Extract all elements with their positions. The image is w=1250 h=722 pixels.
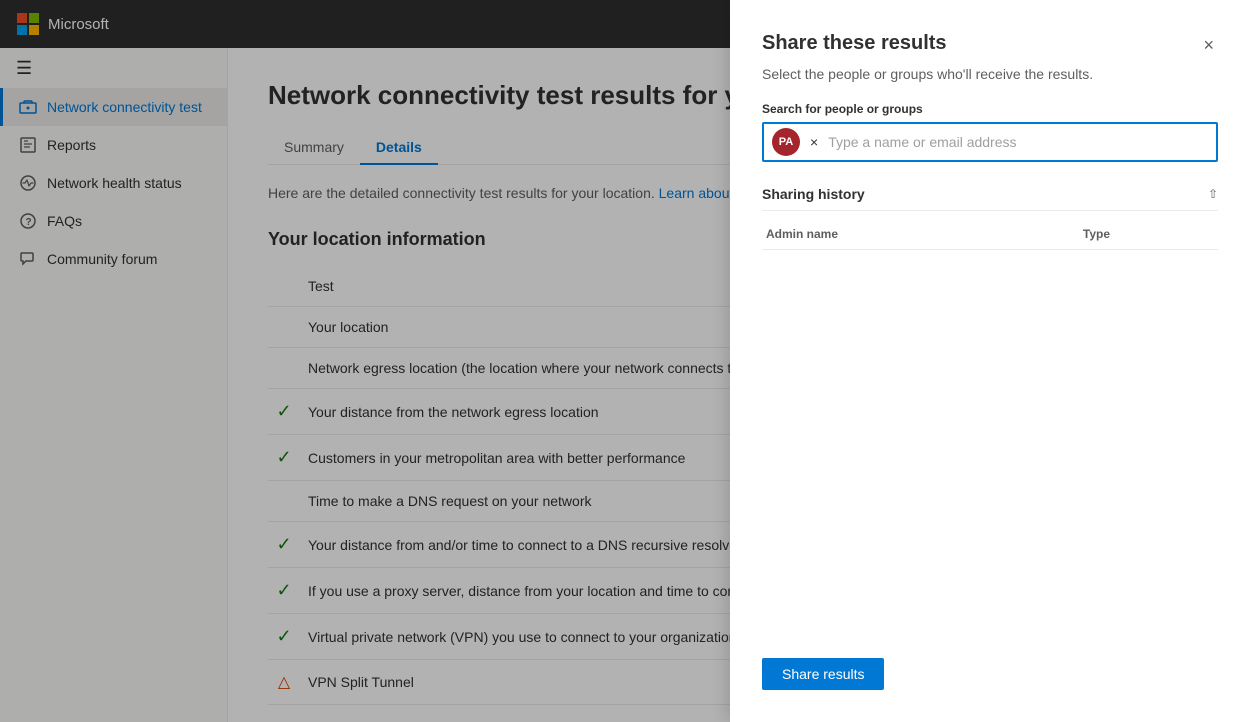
panel-footer: Share results <box>762 658 1218 690</box>
search-field: PA × <box>762 122 1218 162</box>
share-panel: Share these results × Select the people … <box>730 0 1250 722</box>
history-table: Admin name Type <box>762 219 1218 250</box>
panel-subtitle: Select the people or groups who'll recei… <box>762 66 1218 82</box>
panel-title: Share these results <box>762 32 947 55</box>
chevron-up-icon: ⇧ <box>1208 187 1218 201</box>
col-type: Type <box>1079 219 1218 250</box>
search-label: Search for people or groups <box>762 102 1218 116</box>
close-button[interactable]: × <box>1199 32 1218 58</box>
share-results-button[interactable]: Share results <box>762 658 884 690</box>
panel-header: Share these results × <box>762 32 1218 58</box>
selected-person-tag: PA <box>772 128 800 156</box>
search-input[interactable] <box>828 134 1208 150</box>
tag-remove-button[interactable]: × <box>806 134 822 150</box>
sharing-history-header[interactable]: Sharing history ⇧ <box>762 186 1218 211</box>
sharing-history-title: Sharing history <box>762 186 865 202</box>
col-admin-name: Admin name <box>762 219 1079 250</box>
